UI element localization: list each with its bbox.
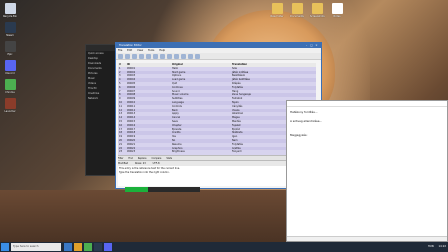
menu-view[interactable]: View <box>137 49 143 52</box>
desktop-icon[interactable]: Steam <box>3 22 17 37</box>
menu-edit[interactable]: Edit <box>127 49 132 52</box>
browser-task-icon[interactable] <box>84 243 92 251</box>
editor-titlebar[interactable]: Translation Editor – □ × <box>116 43 321 48</box>
find-icon[interactable] <box>166 54 172 59</box>
notepad-text-area[interactable]: Hatékony fordítás... A szöveg ellenőrzés… <box>287 107 447 140</box>
note-line: Megjegyzés: <box>290 132 308 137</box>
menu-tools[interactable]: Tools <box>148 49 154 52</box>
status-text: Rows: 23 <box>134 162 146 165</box>
open-icon[interactable] <box>118 54 123 59</box>
cut-icon[interactable] <box>145 54 151 59</box>
desktop-icon[interactable]: Epic <box>3 41 17 56</box>
undo-icon[interactable] <box>131 54 137 59</box>
notepad-status-bar <box>287 236 447 241</box>
paste-icon[interactable] <box>159 54 165 59</box>
document-icon <box>331 3 343 14</box>
desktop-icon[interactable]: Documents <box>290 3 304 18</box>
progress-fill <box>125 187 148 192</box>
desktop-icon[interactable]: Discord <box>3 60 17 75</box>
notepad-window: Hatékony fordítás... A szöveg ellenőrzés… <box>286 100 448 242</box>
desktop-icon[interactable]: Recycle Bin <box>3 3 17 18</box>
import-icon[interactable] <box>194 54 200 59</box>
recycle-bin-icon <box>4 3 16 14</box>
desktop-icon[interactable]: Launcher <box>3 98 17 113</box>
table-cell: 23 <box>119 150 123 154</box>
desktop-icon[interactable]: Notes <box>330 3 344 18</box>
taskbar-search[interactable]: Type here to search <box>11 243 61 251</box>
steam-icon <box>4 22 16 33</box>
start-button[interactable] <box>1 243 9 251</box>
copy-icon[interactable] <box>152 54 158 59</box>
system-tray: HUN 14:22 <box>424 242 446 252</box>
progress-bar <box>125 187 200 192</box>
table-cell: Brightness <box>172 150 185 154</box>
chrome-icon <box>4 79 16 90</box>
clock[interactable]: 14:22 <box>439 245 446 248</box>
folder-icon <box>271 3 283 14</box>
table-cell: #0023 <box>127 150 136 154</box>
steam-task-icon[interactable] <box>94 243 102 251</box>
save-icon[interactable] <box>124 54 130 59</box>
status-text: Modified <box>118 162 129 165</box>
explorer-task-icon[interactable] <box>64 243 72 251</box>
desktop-icon[interactable]: New folder <box>270 3 284 18</box>
discord-icon <box>4 60 16 71</box>
toolbar <box>116 53 321 60</box>
launcher-icon <box>4 98 16 109</box>
epic-icon <box>4 41 16 52</box>
menu-help[interactable]: Help <box>159 49 165 52</box>
desktop-icon[interactable]: Screenshots <box>310 3 325 18</box>
folder-icon <box>311 3 323 14</box>
discord-task-icon[interactable] <box>104 243 112 251</box>
settings-icon[interactable] <box>180 54 186 59</box>
replace-icon[interactable] <box>173 54 179 59</box>
taskbar: Type here to search HUN 14:22 <box>0 242 448 252</box>
folder-task-icon[interactable] <box>74 243 82 251</box>
language-indicator[interactable]: HUN <box>428 245 434 248</box>
desktop-icon[interactable]: Chrome <box>3 79 17 94</box>
folder-icon <box>291 3 303 14</box>
export-icon[interactable] <box>187 54 193 59</box>
status-text: UTF-8 <box>152 162 160 165</box>
menu-file[interactable]: File <box>118 49 122 52</box>
window-title: Translation Editor <box>119 44 142 47</box>
redo-icon[interactable] <box>138 54 144 59</box>
close-icon[interactable]: × <box>314 43 319 48</box>
